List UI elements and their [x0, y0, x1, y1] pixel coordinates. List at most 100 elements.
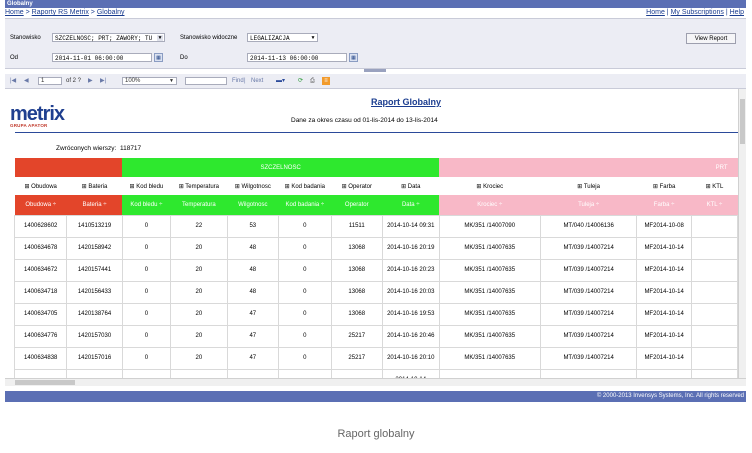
stanowisko-value: SZCZELNOSC; PRT; ZAWORY; TU — [55, 35, 153, 42]
column-header-krociec[interactable]: Krociec ÷ — [439, 195, 541, 216]
stanowisko-widoczne-select[interactable]: LEGALIZACJA ▼ — [247, 33, 318, 42]
column-header-kod-badania[interactable]: Kod badania ÷ — [278, 195, 332, 216]
find-link[interactable]: Find — [232, 77, 244, 85]
column-header-temperatura: Temperatura — [170, 195, 228, 216]
breadcrumb-separator: > — [88, 9, 97, 16]
table-cell: 1420156433 — [66, 281, 123, 304]
calendar-icon[interactable]: ▦ — [154, 53, 163, 62]
toggle-bateria[interactable]: ⊞ Bateria — [67, 177, 122, 195]
print-icon[interactable]: ⎙ — [310, 77, 315, 85]
table-cell: 13068 — [330, 303, 383, 326]
toggle-operator[interactable]: ⊞ Operator — [331, 177, 382, 195]
table-cell: 20 — [170, 281, 228, 304]
table-cell — [690, 237, 738, 260]
table-cell: MK/351 /14007090 — [438, 215, 541, 238]
do-date-input[interactable]: 2014-11-13 06:00:00 — [247, 53, 347, 62]
scroll-thumb[interactable] — [15, 380, 75, 385]
breadcrumb-folder-link[interactable]: Raporty RS Metrix — [32, 9, 89, 16]
next-page-button[interactable]: ▶ — [88, 77, 93, 85]
last-page-button[interactable]: ▶| — [100, 77, 106, 85]
table-cell: 25217 — [330, 325, 383, 348]
toggle-temperatura[interactable]: ⊞ Temperatura — [171, 177, 227, 195]
table-cell: 2014-10-16 20:19 — [381, 237, 440, 260]
table-cell: 1400634705 — [13, 303, 68, 326]
horizontal-scrollbar[interactable] — [5, 378, 746, 386]
refresh-icon[interactable]: ⟳ — [298, 77, 303, 85]
table-cell: MF2014-10-08 — [636, 215, 692, 238]
table-row: 2014-10-14 — [13, 369, 738, 378]
table-cell: MF2014-10-14 — [636, 325, 692, 348]
table-cell: 1400634672 — [13, 259, 68, 282]
table-cell: 1420157016 — [66, 347, 123, 370]
table-cell: 0 — [278, 281, 332, 304]
column-header-obudowa[interactable]: Obudowa ÷ — [14, 195, 67, 216]
column-header-wilgotnosc: Wilgotnosc — [227, 195, 279, 216]
table-cell: 25217 — [330, 347, 383, 370]
breadcrumb-current-link[interactable]: Globalny — [97, 9, 125, 16]
find-next-link[interactable]: Next — [251, 77, 263, 85]
column-header-data[interactable]: Data ÷ — [382, 195, 440, 216]
report-table: SZCZELNOSC PRT ⊞ Obudowa ⊞ Bateria ⊞ Kod… — [13, 158, 738, 378]
column-header-kod-bledu[interactable]: Kod bledu ÷ — [122, 195, 171, 216]
stanowisko-widoczne-label: Stanowisko widoczne — [180, 35, 238, 41]
table-cell: 20 — [170, 237, 228, 260]
table-cell: MT/039 /14007214 — [539, 281, 638, 304]
table-cell: MK/351 /14007635 — [438, 303, 541, 326]
toggle-wilgotnosc[interactable]: ⊞ Wilgotnosc — [227, 177, 278, 195]
table-cell: 1420157441 — [66, 259, 123, 282]
column-header-ktl[interactable]: KTL ÷ — [691, 195, 738, 216]
table-cell: 48 — [226, 259, 280, 282]
toggle-obudowa[interactable]: ⊞ Obudowa — [15, 177, 67, 195]
find-input[interactable] — [185, 77, 227, 85]
table-cell: 0 — [121, 347, 172, 370]
page-number-input[interactable]: 1 — [38, 77, 62, 85]
data-feed-icon[interactable]: ≡ — [322, 77, 330, 85]
help-link[interactable]: Help — [730, 9, 744, 16]
table-cell — [13, 369, 68, 378]
report-title: Raport Globalny — [371, 97, 442, 107]
table-cell — [690, 259, 738, 282]
export-icon[interactable]: ▬▾ — [276, 77, 285, 85]
table-cell: MK/351 /14007635 — [438, 281, 541, 304]
parameter-collapse-handle[interactable] — [364, 69, 386, 72]
column-header-tuleja[interactable]: Tuleja ÷ — [540, 195, 637, 216]
toggle-farba[interactable]: ⊞ Farba — [637, 177, 692, 195]
toggle-kod-bledu[interactable]: ⊞ Kod bledu — [122, 177, 170, 195]
table-cell: MF2014-10-14 — [636, 281, 692, 304]
toggle-krociec[interactable]: ⊞ Krociec — [439, 177, 540, 195]
table-cell: 1400628602 — [13, 215, 68, 238]
od-date-input[interactable]: 2014-11-01 06:00:00 — [52, 53, 152, 62]
table-row: 1400634718 1420156433 0 20 48 0 13068 2014-10-1… — [13, 281, 738, 304]
stanowisko-select[interactable]: SZCZELNOSC; PRT; ZAWORY; TU ▼ — [52, 33, 165, 42]
toggle-kod-badania[interactable]: ⊞ Kod badania — [279, 177, 332, 195]
table-cell: MF2014-10-14 — [636, 259, 692, 282]
row-count: Zwróconych wierszy: 118717 — [56, 145, 141, 152]
table-cell: MT/039 /14007214 — [539, 259, 638, 282]
column-header-farba[interactable]: Farba ÷ — [636, 195, 692, 216]
view-report-button[interactable]: View Report — [686, 33, 736, 44]
toggle-tuleja[interactable]: ⊞ Tuleja — [540, 177, 636, 195]
calendar-icon[interactable]: ▦ — [349, 53, 358, 62]
column-header-bateria[interactable]: Bateria ÷ — [66, 195, 123, 216]
table-cell: 1400634718 — [13, 281, 68, 304]
my-subscriptions-link[interactable]: My Subscriptions — [671, 9, 724, 16]
prev-page-button[interactable]: ◀ — [24, 77, 29, 85]
toggle-ktl[interactable]: ⊞ KTL — [691, 177, 737, 195]
table-cell — [330, 369, 383, 378]
report-canvas: metrix GRUPA APATOR Raport Globalny Dane… — [5, 89, 738, 378]
title-divider — [15, 132, 738, 133]
logo-wordmark: metrix — [10, 103, 65, 125]
toggle-data[interactable]: ⊞ Data — [382, 177, 439, 195]
table-cell: 22 — [170, 215, 228, 238]
column-header-operator: Operator — [331, 195, 383, 216]
stanowisko-label: Stanowisko — [10, 35, 41, 41]
scroll-thumb[interactable] — [740, 99, 745, 144]
first-page-button[interactable]: |◀ — [10, 77, 16, 85]
vertical-scrollbar[interactable] — [738, 89, 746, 378]
home-link[interactable]: Home — [646, 9, 665, 16]
od-label: Od — [10, 55, 19, 61]
breadcrumb-home-link[interactable]: Home — [5, 9, 24, 16]
row-count-value: 118717 — [119, 145, 142, 152]
zoom-select[interactable]: 100% ▼ — [122, 77, 177, 85]
row-count-label: Zwróconych wierszy: — [56, 145, 117, 152]
